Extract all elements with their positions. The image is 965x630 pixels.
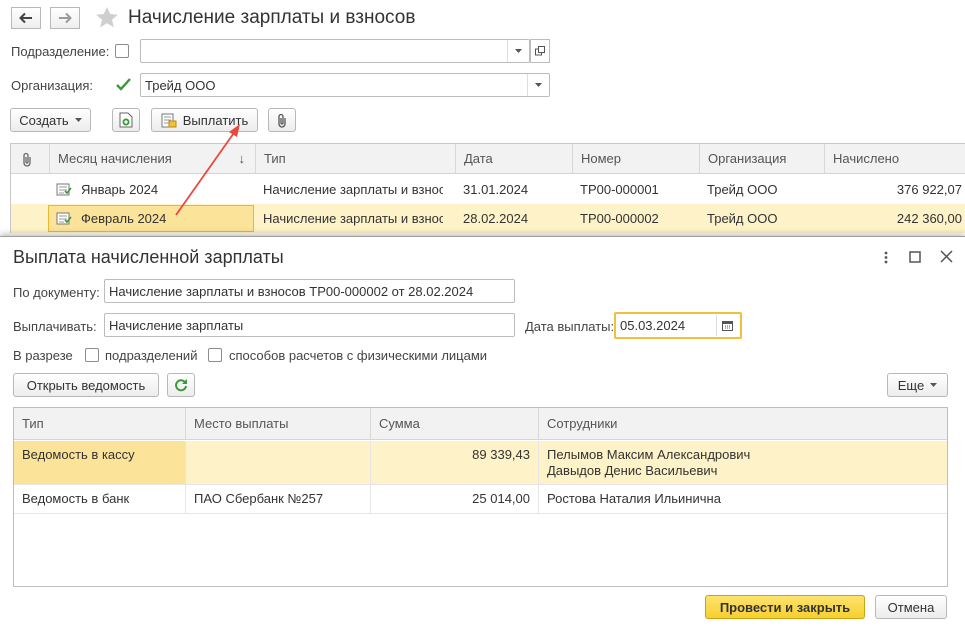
arrow-left-icon [19,12,32,24]
date-cell: 28.02.2024 [463,211,529,226]
close-button[interactable] [940,250,953,266]
column-place[interactable]: Место выплаты [185,408,370,440]
new-document-icon [119,112,133,128]
pay-type-label: Выплачивать: [13,319,97,334]
more-vertical-icon [884,251,888,264]
chevron-down-icon [535,83,542,87]
place-cell: ПАО Сбербанк №257 [185,485,370,513]
department-field[interactable] [140,39,530,63]
maximize-button[interactable] [909,251,921,266]
star-icon [96,7,118,28]
back-button[interactable] [11,7,41,29]
payment-dialog: Выплата начисленной зарплаты По документ… [0,236,965,630]
add-document-button[interactable] [112,108,140,132]
by-payment-method-checkbox[interactable] [208,348,222,362]
maximize-icon [909,251,921,263]
document-label: По документу: [13,285,100,300]
organization-field[interactable]: Трейд ООО [140,73,550,97]
organization-checkbox[interactable] [115,77,131,95]
cancel-button[interactable]: Отмена [875,595,947,619]
chevron-down-icon [515,49,522,53]
paperclip-icon [21,152,33,170]
sum-cell: 89 339,43 [370,441,538,484]
number-cell: ТР00-000002 [580,211,659,226]
column-type[interactable]: Тип [255,144,455,174]
open-window-icon [535,46,545,56]
more-actions-button[interactable] [880,251,892,265]
forward-button[interactable] [50,7,80,29]
table-row-selected[interactable]: Февраль 2024 Начисление зарплаты и взнос… [11,204,965,233]
breakdown-label: В разрезе [13,348,73,363]
pay-date-value: 05.03.2024 [620,318,686,333]
chevron-down-icon [74,118,82,122]
documents-list: Месяц начисления ↓ Тип Дата Номер Организ… [10,143,965,233]
organization-dropdown-button[interactable] [527,74,549,96]
type-cell: Ведомость в банк [22,491,130,506]
column-number[interactable]: Номер [572,144,699,174]
open-sheet-button[interactable]: Открыть ведомость [13,373,159,397]
pay-type-field[interactable]: Начисление зарплаты [104,313,515,337]
employees-cell: Ростова Наталия Ильинична [538,485,947,513]
organization-cell: Трейд ООО [707,211,778,226]
type-cell: Начисление зарплаты и взносов [263,182,443,197]
checkmark-icon [116,78,131,91]
refresh-icon [175,379,187,392]
employee-name: Пелымов Максим Александрович [547,447,751,462]
create-button[interactable]: Создать [10,108,91,132]
document-field[interactable]: Начисление зарплаты и взносов ТР00-00000… [104,279,515,303]
column-date[interactable]: Дата [455,144,572,174]
column-accrued[interactable]: Начислено [824,144,965,174]
payment-sheets-table: Тип Место выплаты Сумма Сотрудники Ведом… [13,407,948,587]
page-title: Начисление зарплаты и взносов [128,7,416,28]
department-label: Подразделение: [11,44,110,59]
organization-label: Организация: [11,78,94,93]
more-button[interactable]: Еще [887,373,948,397]
number-cell: ТР00-000001 [580,182,659,197]
list-header: Месяц начисления ↓ Тип Дата Номер Организ… [11,144,965,174]
sum-cell: 25 014,00 [370,485,538,513]
by-payment-method-label: способов расчетов с физическими лицами [229,348,488,363]
type-cell: Ведомость в кассу [22,447,135,462]
calendar-icon [722,321,733,331]
table-row[interactable]: Январь 2024 Начисление зарплаты и взносо… [11,175,965,204]
attachments-button[interactable] [268,108,296,132]
date-cell: 31.01.2024 [463,182,529,197]
type-cell: Начисление зарплаты и взносов [263,211,443,226]
employee-name: Давыдов Денис Васильевич [547,463,718,478]
employee-name: Ростова Наталия Ильинична [547,491,721,506]
department-checkbox[interactable] [115,44,129,58]
calendar-button[interactable] [716,315,738,336]
favorite-button[interactable] [95,6,119,32]
column-sum[interactable]: Сумма [370,408,538,440]
column-organization[interactable]: Организация [699,144,824,174]
column-type[interactable]: Тип [14,408,185,440]
posted-document-icon [56,212,72,228]
post-and-close-button[interactable]: Провести и закрыть [705,595,865,619]
by-department-checkbox[interactable] [85,348,99,362]
table-row-selected[interactable]: Ведомость в кассу 89 339,43 Пелымов Макс… [14,441,947,485]
annotation-arrow [175,124,240,216]
close-icon [940,250,953,263]
create-button-label: Создать [19,112,69,128]
arrow-right-icon [59,12,72,24]
amount-cell: 376 922,07 [896,182,962,197]
refresh-button[interactable] [167,373,195,397]
by-department-label: подразделений [105,348,198,363]
department-dropdown-button[interactable] [507,40,529,62]
table-header: Тип Место выплаты Сумма Сотрудники [14,408,947,440]
posted-document-icon [56,183,72,199]
place-cell [185,441,370,484]
column-employees[interactable]: Сотрудники [538,408,947,440]
pay-date-label: Дата выплаты: [525,319,615,334]
chevron-down-icon [930,383,938,387]
department-open-button[interactable] [530,39,550,63]
table-row[interactable]: Ведомость в банк ПАО Сбербанк №257 25 01… [14,485,947,514]
dialog-title: Выплата начисленной зарплаты [13,247,284,267]
amount-cell: 242 360,00 [896,211,962,226]
paperclip-icon [278,113,286,128]
organization-cell: Трейд ООО [707,182,778,197]
more-button-label: Еще [897,377,925,393]
employees-cell: Пелымов Максим Александрович Давыдов Ден… [538,441,947,484]
